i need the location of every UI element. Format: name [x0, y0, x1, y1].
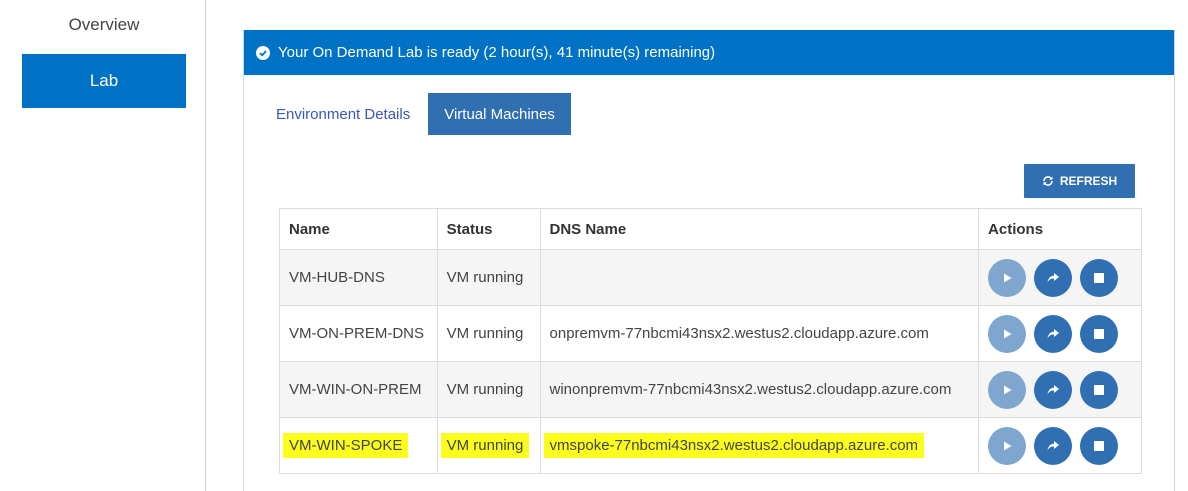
header-actions: Actions — [978, 208, 1142, 250]
play-icon — [1004, 273, 1012, 282]
vm-status: VM running — [436, 417, 541, 474]
vm-actions — [978, 305, 1142, 362]
refresh-label: REFRESH — [1059, 174, 1118, 188]
vm-name: VM-HUB-DNS — [279, 249, 438, 306]
share-arrow-icon — [1047, 384, 1060, 394]
stop-icon — [1094, 328, 1105, 339]
vm-status: VM running — [436, 305, 541, 362]
table-row: VM-WIN-SPOKE VM running vmspoke-77nbcmi4… — [279, 417, 1142, 474]
play-icon — [1004, 329, 1012, 338]
vm-dns — [539, 249, 980, 306]
header-name: Name — [279, 208, 438, 250]
header-dns-name: DNS Name — [539, 208, 980, 250]
highlight-mark: vmspoke-77nbcmi43nsx2.westus2.cloudapp.a… — [543, 433, 925, 458]
highlight-mark: VM running — [440, 433, 530, 458]
table-header-row: Name Status DNS Name Actions — [279, 208, 1142, 250]
stop-vm-button[interactable] — [1080, 370, 1119, 409]
restart-vm-button[interactable] — [1034, 426, 1073, 465]
share-arrow-icon — [1047, 272, 1060, 282]
stop-vm-button[interactable] — [1080, 258, 1119, 297]
stop-icon — [1094, 272, 1105, 283]
table-row: VM-HUB-DNS VM running — [279, 249, 1142, 306]
tab-bar: Environment Details Virtual Machines — [264, 93, 571, 135]
restart-vm-button[interactable] — [1034, 258, 1073, 297]
restart-vm-button[interactable] — [1034, 314, 1073, 353]
header-status: Status — [436, 208, 541, 250]
restart-vm-button[interactable] — [1034, 370, 1073, 409]
vm-actions — [978, 361, 1142, 418]
vm-dns: onpremvm-77nbcmi43nsx2.westus2.cloudapp.… — [539, 305, 980, 362]
share-arrow-icon — [1047, 328, 1060, 338]
vm-status: VM running — [436, 249, 541, 306]
lab-panel: Your On Demand Lab is ready (2 hour(s), … — [243, 30, 1175, 491]
nav-lab[interactable]: Lab — [22, 54, 186, 108]
refresh-button[interactable]: REFRESH — [1024, 164, 1135, 198]
vm-actions — [978, 249, 1142, 306]
start-vm-button[interactable] — [988, 426, 1027, 465]
vm-dns: winonpremvm-77nbcmi43nsx2.westus2.clouda… — [539, 361, 980, 418]
stop-vm-button[interactable] — [1080, 314, 1119, 353]
start-vm-button[interactable] — [988, 314, 1027, 353]
table-row: VM-ON-PREM-DNS VM running onpremvm-77nbc… — [279, 305, 1142, 362]
tab-environment-details[interactable]: Environment Details — [264, 93, 428, 135]
stop-icon — [1094, 440, 1105, 451]
play-icon — [1004, 385, 1012, 394]
vm-name: VM-WIN-ON-PREM — [279, 361, 438, 418]
highlight-mark: VM-WIN-SPOKE — [283, 433, 409, 458]
vm-name: VM-WIN-SPOKE — [279, 417, 438, 474]
vm-dns: vmspoke-77nbcmi43nsx2.westus2.cloudapp.a… — [539, 417, 980, 474]
lab-ready-banner: Your On Demand Lab is ready (2 hour(s), … — [244, 30, 1174, 75]
left-nav: Overview Lab — [0, 0, 206, 491]
stop-icon — [1094, 384, 1105, 395]
tab-virtual-machines[interactable]: Virtual Machines — [428, 93, 571, 135]
banner-text: Your On Demand Lab is ready (2 hour(s), … — [278, 44, 716, 61]
vm-table: Name Status DNS Name Actions VM-HUB-DNS … — [279, 208, 1142, 474]
vm-name: VM-ON-PREM-DNS — [279, 305, 438, 362]
start-vm-button[interactable] — [988, 258, 1027, 297]
refresh-icon — [1042, 175, 1054, 187]
play-icon — [1004, 441, 1012, 450]
vm-status: VM running — [436, 361, 541, 418]
nav-overview[interactable]: Overview — [22, 0, 186, 50]
check-circle-icon — [256, 45, 270, 60]
table-row: VM-WIN-ON-PREM VM running winonpremvm-77… — [279, 361, 1142, 418]
share-arrow-icon — [1047, 440, 1060, 450]
start-vm-button[interactable] — [988, 370, 1027, 409]
stop-vm-button[interactable] — [1080, 426, 1119, 465]
vm-actions — [978, 417, 1142, 474]
